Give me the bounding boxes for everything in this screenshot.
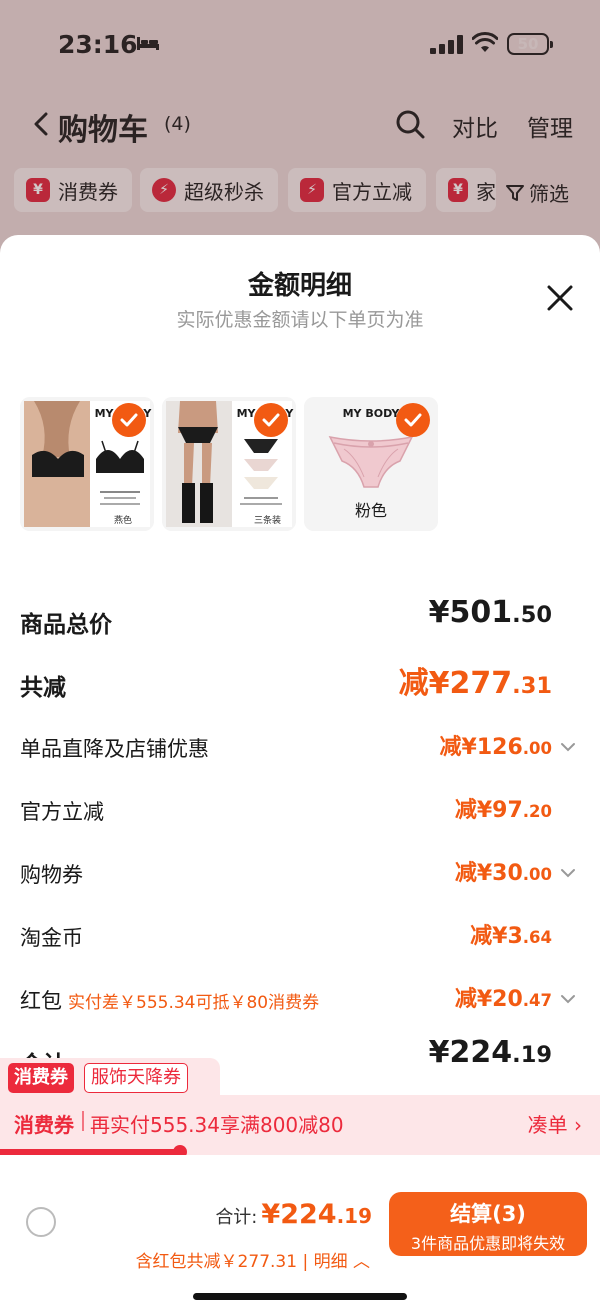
- row-subtotal: 商品总价 ¥501.50: [0, 595, 600, 645]
- coupon-name: 消费券: [14, 1113, 74, 1137]
- row-item-discount[interactable]: 单品直降及店铺优惠 减¥126.00: [0, 723, 600, 773]
- apparel-coupon-tag: 服饰天降券: [84, 1063, 188, 1093]
- row-shopping-coupon[interactable]: 购物券 减¥30.00: [0, 849, 600, 899]
- row-label: 购物券: [20, 863, 83, 887]
- row-gold-coins: 淘金币 减¥3.64: [0, 912, 600, 962]
- row-label: 商品总价: [20, 612, 112, 638]
- row-amount: 减¥30.00: [454, 861, 552, 886]
- row-label: 共减: [20, 675, 66, 701]
- row-amount: 减¥3.64: [470, 924, 552, 949]
- home-indicator: [193, 1293, 407, 1300]
- checked-icon[interactable]: [112, 403, 146, 437]
- product-thumb[interactable]: 燕色 MY BODY: [20, 397, 154, 531]
- select-all-radio[interactable]: [26, 1207, 56, 1237]
- product-thumb[interactable]: MY BODY 粉色: [304, 397, 438, 531]
- product-thumb[interactable]: 三条装 MY BODY: [162, 397, 296, 531]
- row-amount: ¥501.50: [428, 595, 552, 630]
- row-amount: 减¥20.47: [454, 987, 552, 1012]
- price-detail-sheet: 金额明细 实际优惠金额请以下单页为准 燕色 MY BODY: [0, 235, 600, 1300]
- sheet-title: 金额明细: [247, 271, 352, 301]
- product-variant: 三条装: [254, 516, 282, 526]
- checkout-label: 结算(3): [450, 1202, 526, 1226]
- coupon-progress-banner[interactable]: 消费券 再实付555.34享满800减80 凑单 ›: [0, 1095, 600, 1149]
- chevron-down-icon[interactable]: [560, 867, 576, 879]
- checkout-sub: 3件商品优惠即将失效: [410, 1234, 566, 1253]
- row-official-discount: 官方立减 减¥97.20: [0, 786, 600, 836]
- row-label: 官方立减: [20, 800, 104, 824]
- modal-overlay[interactable]: [0, 0, 600, 260]
- row-label: 淘金币: [20, 926, 83, 950]
- row-amount: 减¥126.00: [439, 735, 552, 760]
- add-items-link[interactable]: 凑单 ›: [528, 1109, 582, 1138]
- chevron-down-icon[interactable]: [560, 993, 576, 1005]
- sheet-subtitle: 实际优惠金额请以下单页为准: [176, 309, 424, 331]
- row-amount: ¥224.19: [428, 1035, 552, 1070]
- coupon-message: 再实付555.34享满800减80: [90, 1113, 344, 1137]
- red-packet-note: 实付差￥555.34可抵￥80消费券: [68, 993, 320, 1013]
- checkout-total: 合计: ¥224.19: [215, 1199, 372, 1230]
- chevron-down-icon[interactable]: [560, 741, 576, 753]
- coupon-tags: 消费券 服饰天降券: [0, 1058, 220, 1098]
- row-label: 红包 实付差￥555.34可抵￥80消费券: [20, 989, 320, 1013]
- row-amount: 减¥277.31: [398, 666, 552, 701]
- product-color: 粉色: [354, 501, 387, 520]
- product-variant: 燕色: [114, 516, 133, 526]
- coupon-tag: 消费券: [8, 1063, 74, 1093]
- close-icon[interactable]: [545, 283, 575, 313]
- checked-icon[interactable]: [396, 403, 430, 437]
- checkout-bar: 合计: ¥224.19 含红包共减￥277.31 | 明细 ︿ 结算(3) 3件商…: [0, 1155, 600, 1300]
- row-total-discount: 共减 减¥277.31: [0, 658, 600, 708]
- row-label: 单品直降及店铺优惠: [20, 737, 209, 761]
- checkout-button[interactable]: 结算(3) 3件商品优惠即将失效: [389, 1192, 587, 1256]
- detail-toggle[interactable]: 含红包共减￥277.31 | 明细 ︿: [136, 1247, 370, 1272]
- row-red-packet[interactable]: 红包 实付差￥555.34可抵￥80消费券 减¥20.47: [0, 975, 600, 1025]
- divider: [82, 1111, 84, 1131]
- checked-icon[interactable]: [254, 403, 288, 437]
- row-amount: 减¥97.20: [454, 798, 552, 823]
